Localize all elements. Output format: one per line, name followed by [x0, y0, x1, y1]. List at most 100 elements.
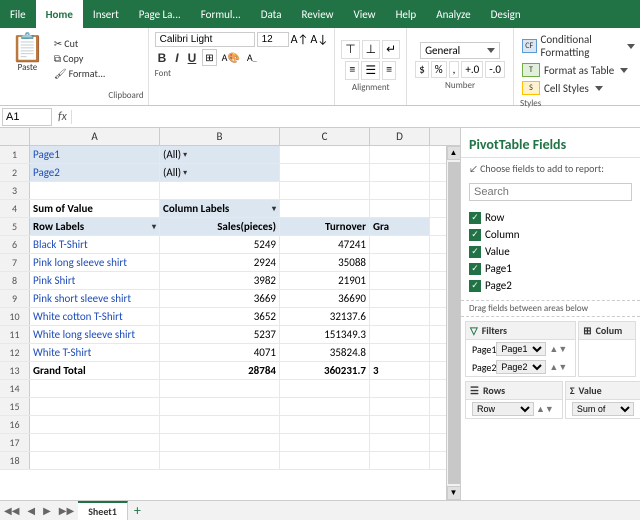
percent-button[interactable]: % [431, 61, 447, 78]
comma-button[interactable]: , [449, 61, 460, 78]
cell-b14[interactable] [160, 380, 280, 397]
cell-c15[interactable] [280, 398, 370, 415]
tab-formulas[interactable]: Formul... [191, 0, 251, 28]
sheet-nav-next[interactable]: ▶ [39, 502, 55, 519]
cell-a15[interactable] [30, 398, 160, 415]
cell-a14[interactable] [30, 380, 160, 397]
tab-analyze[interactable]: Analyze [426, 0, 480, 28]
cell-a16[interactable] [30, 416, 160, 433]
align-top-button[interactable]: ⊤ [341, 40, 359, 59]
cell-c11[interactable]: 151349.3 [280, 326, 370, 343]
cell-b10[interactable]: 3652 [160, 308, 280, 325]
cell-c1[interactable] [280, 146, 370, 163]
cell-b18[interactable] [160, 452, 280, 469]
filter-page1-scroll[interactable]: ▲▼ [547, 344, 569, 355]
conditional-formatting-button[interactable]: CF Conditional Formatting [520, 32, 637, 60]
col-header-d[interactable]: D [370, 128, 430, 145]
cell-d18[interactable] [370, 452, 430, 469]
number-format-dropdown[interactable]: General [420, 42, 500, 59]
cell-b13[interactable]: 28784 [160, 362, 280, 379]
cell-c7[interactable]: 35088 [280, 254, 370, 271]
format-table-button[interactable]: T Format as Table [520, 62, 637, 78]
italic-button[interactable]: I [172, 50, 181, 66]
align-left-button[interactable]: ≡ [345, 61, 359, 80]
cell-a18[interactable] [30, 452, 160, 469]
cell-a13[interactable]: Grand Total [30, 362, 160, 379]
col-header-c[interactable]: C [280, 128, 370, 145]
cell-a3[interactable] [30, 182, 160, 199]
pivot-checkbox-row[interactable] [469, 212, 481, 224]
cell-styles-button[interactable]: S Cell Styles [520, 80, 637, 96]
cell-c16[interactable] [280, 416, 370, 433]
scroll-thumb[interactable] [448, 162, 460, 484]
format-painter-button[interactable]: 🖌 Format... [51, 66, 109, 81]
tab-insert[interactable]: Insert [83, 0, 129, 28]
cell-c6[interactable]: 47241 [280, 236, 370, 253]
cell-b9[interactable]: 3669 [160, 290, 280, 307]
cell-a1[interactable]: Page1 [30, 146, 160, 163]
cell-b1[interactable]: (All)▾ [160, 146, 280, 163]
col-header-b[interactable]: B [160, 128, 280, 145]
cell-d10[interactable] [370, 308, 430, 325]
cell-c13[interactable]: 360231.7 [280, 362, 370, 379]
cell-a11[interactable]: White long sleeve shirt [30, 326, 160, 343]
cell-b8[interactable]: 3982 [160, 272, 280, 289]
pivot-checkbox-page1[interactable] [469, 263, 481, 275]
tab-review[interactable]: Review [292, 0, 344, 28]
cell-d15[interactable] [370, 398, 430, 415]
col-header-a[interactable]: A [30, 128, 160, 145]
sheet-nav-left[interactable]: ◀◀ [0, 502, 23, 519]
cell-b3[interactable] [160, 182, 280, 199]
increase-decimal-button[interactable]: +.0 [461, 61, 483, 78]
cell-b6[interactable]: 5249 [160, 236, 280, 253]
cell-a8[interactable]: Pink Shirt [30, 272, 160, 289]
pivot-search-input[interactable] [470, 184, 631, 200]
copy-button[interactable]: ⧉ Copy [51, 51, 109, 66]
decrease-decimal-button[interactable]: -.0 [485, 61, 505, 78]
tab-design[interactable]: Design [481, 0, 531, 28]
cell-a5[interactable]: Row Labels▾ [30, 218, 160, 235]
align-right-button[interactable]: ≡ [382, 61, 396, 80]
cell-a7[interactable]: Pink long sleeve shirt [30, 254, 160, 271]
cell-c9[interactable]: 36690 [280, 290, 370, 307]
wrap-text-button[interactable]: ↵ [382, 40, 400, 59]
filter-page1-select[interactable]: Page1 [496, 342, 546, 356]
add-sheet-button[interactable]: + [128, 500, 147, 521]
formula-input[interactable] [72, 111, 640, 123]
cell-d8[interactable] [370, 272, 430, 289]
cell-d5[interactable]: Gra [370, 218, 430, 235]
cell-d16[interactable] [370, 416, 430, 433]
pivot-checkbox-page2[interactable] [469, 280, 481, 292]
cell-c2[interactable] [280, 164, 370, 181]
align-middle-button[interactable]: ⊥ [362, 40, 380, 59]
cell-a2[interactable]: Page2 [30, 164, 160, 181]
cell-a6[interactable]: Black T-Shirt [30, 236, 160, 253]
cell-a4[interactable]: Sum of Value [30, 200, 160, 217]
cell-b2[interactable]: (All)▾ [160, 164, 280, 181]
cell-c8[interactable]: 21901 [280, 272, 370, 289]
cell-a10[interactable]: White cotton T-Shirt [30, 308, 160, 325]
sheet-tab-sheet1[interactable]: Sheet1 [78, 501, 128, 520]
cell-b15[interactable] [160, 398, 280, 415]
filter-page2-scroll[interactable]: ▲▼ [547, 362, 569, 373]
cell-b4[interactable]: Column Labels▾ [160, 200, 280, 217]
cell-c10[interactable]: 32137.6 [280, 308, 370, 325]
tab-help[interactable]: Help [386, 0, 427, 28]
pivot-checkbox-value[interactable] [469, 246, 481, 258]
cell-a9[interactable]: Pink short sleeve shirt [30, 290, 160, 307]
sheet-nav-prev[interactable]: ◀ [23, 502, 39, 519]
rows-scroll[interactable]: ▲▼ [534, 404, 556, 415]
cell-c3[interactable] [280, 182, 370, 199]
cell-d1[interactable] [370, 146, 430, 163]
name-box[interactable] [2, 108, 52, 126]
cell-d2[interactable] [370, 164, 430, 181]
cell-a17[interactable] [30, 434, 160, 451]
currency-button[interactable]: $ [415, 61, 429, 78]
underline-button[interactable]: U [185, 50, 200, 66]
cell-d14[interactable] [370, 380, 430, 397]
cell-a12[interactable]: White T-Shirt [30, 344, 160, 361]
cell-d3[interactable] [370, 182, 430, 199]
decrease-font-button[interactable]: A↓ [310, 33, 328, 47]
values-sum-select[interactable]: Sum of [572, 402, 634, 416]
cut-button[interactable]: ✂ Cut [51, 36, 109, 51]
